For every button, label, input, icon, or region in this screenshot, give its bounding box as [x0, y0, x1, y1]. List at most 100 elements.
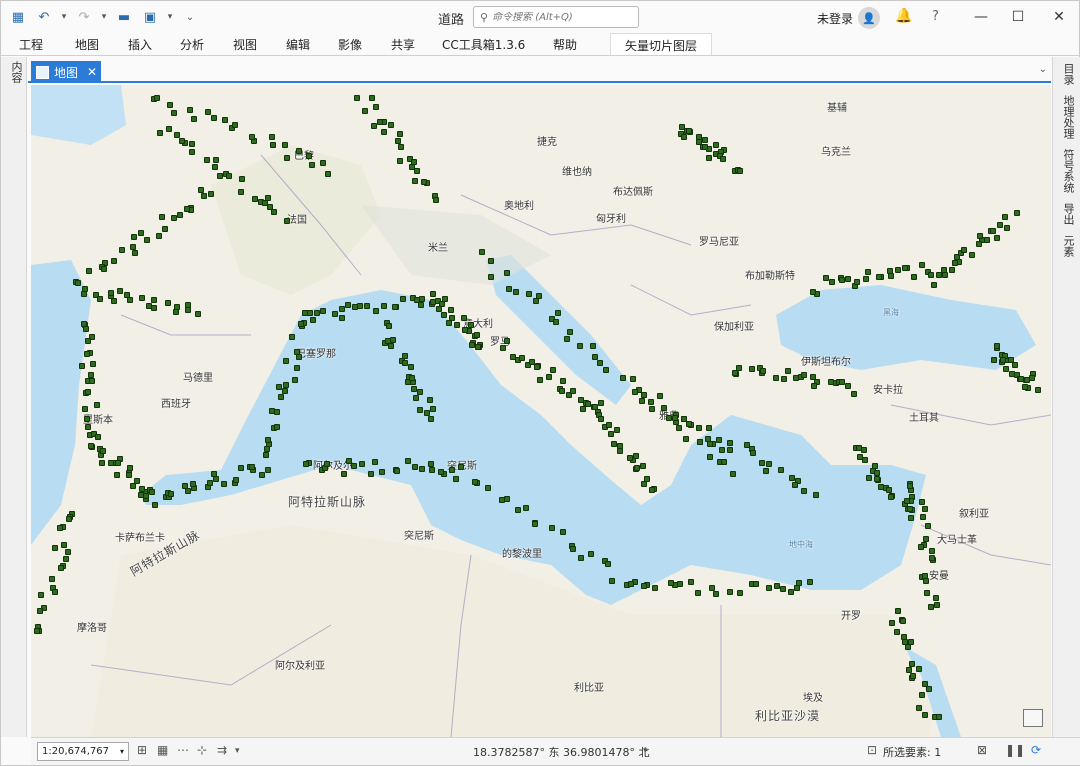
feature-point[interactable]	[753, 581, 759, 587]
feature-point[interactable]	[320, 308, 326, 314]
feature-point[interactable]	[324, 461, 330, 467]
feature-point[interactable]	[461, 315, 467, 321]
feature-point[interactable]	[1002, 214, 1008, 220]
customize-icon[interactable]: ⌄	[179, 6, 201, 28]
feature-point[interactable]	[577, 343, 583, 349]
feature-point[interactable]	[458, 464, 464, 470]
feature-point[interactable]	[1000, 357, 1006, 363]
feature-point[interactable]	[919, 262, 925, 268]
feature-point[interactable]	[639, 398, 645, 404]
feature-point[interactable]	[81, 291, 87, 297]
pause-drawing-icon[interactable]: ❚❚	[1005, 743, 1025, 757]
feature-point[interactable]	[695, 590, 701, 596]
feature-point[interactable]	[716, 437, 722, 443]
feature-point[interactable]	[1004, 225, 1010, 231]
feature-point[interactable]	[320, 160, 326, 166]
feature-point[interactable]	[52, 545, 58, 551]
feature-point[interactable]	[90, 361, 96, 367]
elements-pane-tab[interactable]: 元素	[1060, 235, 1076, 257]
feature-point[interactable]	[597, 360, 603, 366]
feature-point[interactable]	[238, 189, 244, 195]
feature-point[interactable]	[910, 673, 916, 679]
feature-point[interactable]	[325, 171, 331, 177]
feature-point[interactable]	[111, 258, 117, 264]
feature-point[interactable]	[550, 367, 556, 373]
feature-point[interactable]	[184, 206, 190, 212]
feature-point[interactable]	[388, 122, 394, 128]
feature-point[interactable]	[84, 351, 90, 357]
open-folder-icon[interactable]: ▬	[113, 6, 135, 28]
symbology-pane-tab[interactable]: 符号系统	[1060, 149, 1076, 193]
feature-point[interactable]	[559, 388, 565, 394]
feature-point[interactable]	[430, 406, 436, 412]
tab-cc-toolbox[interactable]: CC工具箱1.3.6	[442, 36, 525, 53]
feature-point[interactable]	[81, 321, 87, 327]
feature-point[interactable]	[34, 628, 40, 634]
maximize-button[interactable]: ☐	[1000, 4, 1036, 30]
feature-point[interactable]	[204, 157, 210, 163]
feature-point[interactable]	[931, 282, 937, 288]
feature-point[interactable]	[85, 338, 91, 344]
feature-point[interactable]	[766, 585, 772, 591]
feature-point[interactable]	[307, 310, 313, 316]
feature-point[interactable]	[162, 226, 168, 232]
tab-help[interactable]: 帮助	[553, 36, 577, 53]
feature-point[interactable]	[126, 472, 132, 478]
feature-point[interactable]	[373, 104, 379, 110]
feature-point[interactable]	[278, 394, 284, 400]
feature-point[interactable]	[332, 311, 338, 317]
feature-point[interactable]	[226, 173, 232, 179]
feature-point[interactable]	[936, 714, 942, 720]
feature-point[interactable]	[605, 561, 611, 567]
feature-point[interactable]	[737, 590, 743, 596]
feature-point[interactable]	[506, 286, 512, 292]
feature-point[interactable]	[641, 481, 647, 487]
feature-point[interactable]	[152, 502, 158, 508]
feature-point[interactable]	[99, 460, 105, 466]
feature-point[interactable]	[485, 485, 491, 491]
feature-point[interactable]	[381, 303, 387, 309]
login-status[interactable]: 未登录	[817, 10, 853, 27]
feature-point[interactable]	[792, 482, 798, 488]
feature-point[interactable]	[282, 388, 288, 394]
feature-point[interactable]	[609, 578, 615, 584]
navigation-icon[interactable]: ⇉	[217, 743, 227, 757]
feature-point[interactable]	[926, 686, 932, 692]
feature-point[interactable]	[801, 372, 807, 378]
command-search[interactable]: ⚲	[473, 6, 639, 28]
feature-point[interactable]	[1022, 384, 1028, 390]
feature-point[interactable]	[284, 218, 290, 224]
feature-point[interactable]	[414, 168, 420, 174]
feature-point[interactable]	[990, 228, 996, 234]
undo-dropdown-icon[interactable]: ▾	[59, 6, 69, 28]
feature-point[interactable]	[428, 416, 434, 422]
feature-point[interactable]	[189, 149, 195, 155]
close-tab-icon[interactable]: ✕	[87, 65, 97, 79]
layout-dropdown-icon[interactable]: ▾	[165, 6, 175, 28]
feature-point[interactable]	[154, 95, 160, 101]
feature-point[interactable]	[151, 305, 157, 311]
feature-point[interactable]	[149, 489, 155, 495]
feature-point[interactable]	[65, 549, 71, 555]
feature-point[interactable]	[412, 464, 418, 470]
feature-point[interactable]	[634, 465, 640, 471]
feature-point[interactable]	[598, 416, 604, 422]
feature-point[interactable]	[139, 486, 145, 492]
feature-point[interactable]	[276, 384, 282, 390]
tab-analysis[interactable]: 分析	[180, 36, 204, 53]
constraint-icon[interactable]: ⊹	[197, 743, 207, 757]
feature-point[interactable]	[292, 377, 298, 383]
feature-point[interactable]	[303, 461, 309, 467]
feature-point[interactable]	[377, 119, 383, 125]
feature-point[interactable]	[750, 450, 756, 456]
feature-point[interactable]	[994, 343, 1000, 349]
feature-point[interactable]	[504, 270, 510, 276]
feature-point[interactable]	[895, 267, 901, 273]
feature-point[interactable]	[997, 222, 1003, 228]
feature-point[interactable]	[649, 487, 655, 493]
feature-point[interactable]	[409, 375, 415, 381]
feature-point[interactable]	[895, 608, 901, 614]
selection-icon[interactable]: ⊡	[867, 743, 877, 757]
feature-point[interactable]	[949, 267, 955, 273]
feature-point[interactable]	[920, 514, 926, 520]
